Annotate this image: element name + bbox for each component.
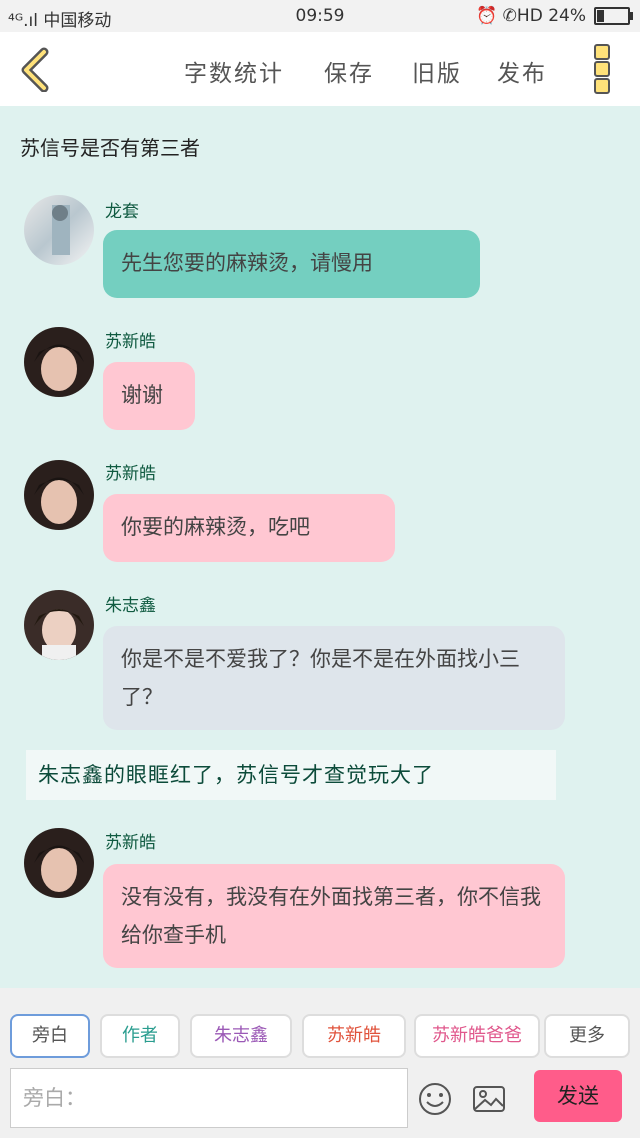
message-bubble[interactable]: 谢谢: [103, 362, 195, 430]
role-tab-su-xinhao[interactable]: 苏新皓: [302, 1014, 406, 1058]
message-bubble[interactable]: 你是不是不爱我了？你是不是在外面找小三了？: [103, 626, 565, 730]
sender-name: 朱志鑫: [105, 596, 156, 616]
status-right: ⏰ ✆HD 24%: [476, 6, 633, 26]
save-button[interactable]: 保存: [324, 54, 374, 88]
avatar[interactable]: [24, 590, 94, 660]
publish-button[interactable]: 发布: [497, 54, 547, 88]
composer-panel: 旁白 作者 朱志鑫 苏新皓 苏新皓爸爸 更多 旁白： 发送: [0, 988, 640, 1138]
message-bubble[interactable]: 你要的麻辣烫，吃吧: [103, 494, 395, 562]
sender-name: 苏新皓: [105, 464, 156, 484]
avatar[interactable]: [24, 195, 94, 265]
sender-name: 苏新皓: [105, 833, 156, 853]
word-count-button[interactable]: 字数统计: [184, 54, 284, 88]
avatar[interactable]: [24, 327, 94, 397]
message-input[interactable]: 旁白：: [10, 1068, 408, 1128]
role-tab-author[interactable]: 作者: [100, 1014, 180, 1058]
top-toolbar: 字数统计 保存 旧版 发布: [0, 32, 640, 106]
more-menu-icon[interactable]: [594, 44, 618, 94]
status-icons: ⏰ ✆HD 24%: [476, 6, 586, 26]
battery-icon: [594, 7, 633, 25]
old-version-button[interactable]: 旧版: [412, 54, 462, 88]
back-arrow-icon[interactable]: [14, 46, 60, 92]
role-tab-su-xinhao-dad[interactable]: 苏新皓爸爸: [414, 1014, 540, 1058]
sender-name: 苏新皓: [105, 332, 156, 352]
status-bar: ⁴ᴳ.ıl 中国移动 09:59 ⏰ ✆HD 24%: [0, 0, 640, 32]
message-bubble[interactable]: 先生您要的麻辣烫，请慢用: [103, 230, 480, 298]
emoji-icon[interactable]: [418, 1082, 452, 1116]
more-roles-button[interactable]: 更多: [544, 1014, 630, 1058]
image-icon[interactable]: [472, 1082, 506, 1116]
role-tab-zhu-zhixin[interactable]: 朱志鑫: [190, 1014, 292, 1058]
chat-title: 苏信号是否有第三者: [20, 136, 200, 160]
send-button[interactable]: 发送: [534, 1070, 622, 1122]
avatar[interactable]: [24, 460, 94, 530]
avatar[interactable]: [24, 828, 94, 898]
narration-text[interactable]: 朱志鑫的眼眶红了，苏信号才查觉玩大了: [26, 750, 556, 800]
message-bubble[interactable]: 没有没有，我没有在外面找第三者，你不信我给你查手机: [103, 864, 565, 968]
role-tab-narrator[interactable]: 旁白: [10, 1014, 90, 1058]
sender-name: 龙套: [105, 202, 139, 222]
